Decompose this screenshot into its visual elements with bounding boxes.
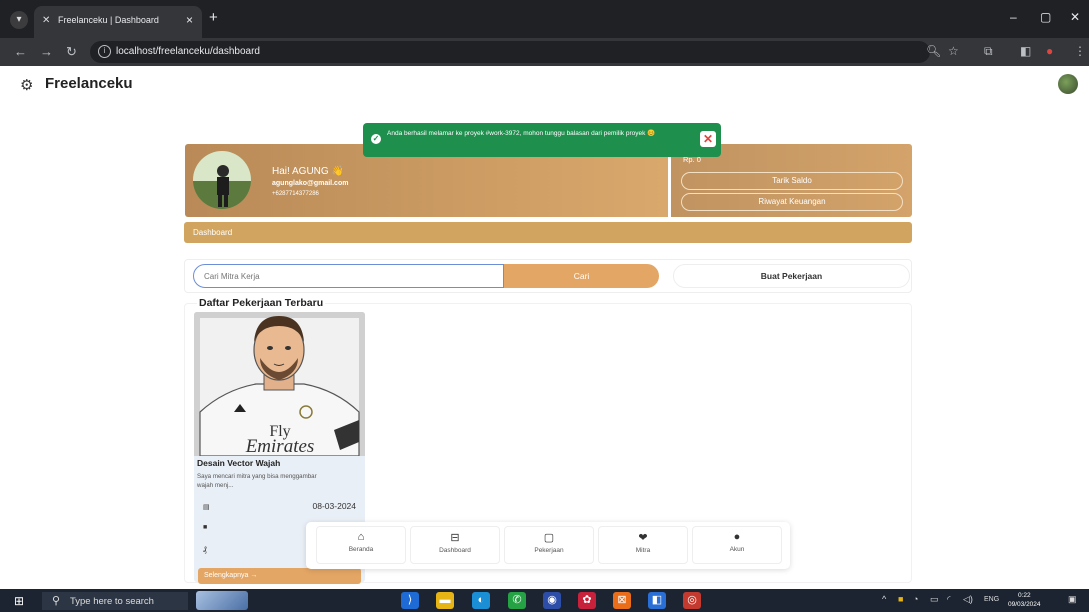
nav-label: Beranda: [348, 546, 374, 553]
nav-label: Pekerjaan: [534, 547, 564, 554]
finance-history-button[interactable]: Riwayat Keuangan: [681, 193, 903, 211]
tray-battery-icon[interactable]: ▭: [930, 594, 939, 605]
maximize-icon[interactable]: ▢: [1040, 10, 1051, 24]
job-list-title: Daftar Pekerjaan Terbaru: [197, 297, 326, 309]
withdraw-button[interactable]: Tarik Saldo: [681, 172, 903, 190]
tray-app-icon[interactable]: ■: [898, 594, 903, 604]
profile-email: agunglako@gmail.com: [272, 180, 349, 187]
nav-label: Mitra: [635, 547, 651, 554]
job-detail-button[interactable]: Selengkapnya →: [198, 568, 361, 584]
tray-network-icon[interactable]: ◔: [913, 594, 918, 604]
taskbar-search-text: Type here to search: [70, 596, 154, 607]
job-illustration: Fly Emirates: [194, 312, 365, 456]
nav-dashboard[interactable]: ⊟ Dashboard: [410, 526, 500, 564]
extensions-icon[interactable]: ⧉: [984, 44, 993, 59]
search-button[interactable]: Cari: [504, 264, 659, 288]
tab-title: Freelanceku | Dashboard: [58, 15, 159, 25]
sidepanel-icon[interactable]: ◧: [1020, 44, 1031, 58]
app-red-icon[interactable]: ✿: [578, 592, 596, 609]
site-info-icon[interactable]: i: [98, 45, 111, 58]
address-bar: ← → ↻ i localhost/freelanceku/dashboard …: [0, 38, 1089, 66]
bookmark-star-icon[interactable]: ☆: [948, 44, 959, 58]
clock-time: 0:22: [1017, 592, 1031, 599]
url-field[interactable]: i localhost/freelanceku/dashboard: [90, 41, 930, 63]
create-job-button[interactable]: Buat Pekerjaan: [673, 264, 910, 288]
window-close-icon[interactable]: ✕: [1070, 10, 1080, 24]
app-blue-icon[interactable]: ◧: [648, 592, 666, 609]
taskbar-clock[interactable]: 0:22 09/03/2024: [1008, 591, 1041, 609]
job-date: 08-03-2024: [312, 501, 356, 511]
tray-language[interactable]: ENG: [984, 596, 999, 603]
browser-tab[interactable]: ✕ Freelanceku | Dashboard ×: [34, 6, 202, 38]
tab-search-icon[interactable]: ▾: [10, 11, 28, 29]
search-icon: ⚲: [52, 595, 61, 607]
taskbar-search[interactable]: ⚲ Type here to search: [42, 592, 188, 610]
job-description: Saya mencari mitra yang bisa menggambar …: [197, 473, 317, 489]
brand-title[interactable]: Freelanceku: [45, 75, 133, 92]
success-toast: ✓ Anda berhasil melamar ke proyek #work-…: [363, 123, 721, 157]
user-icon: ●: [733, 531, 741, 543]
job-image: Fly Emirates: [194, 312, 365, 456]
briefcase-icon: ▢: [543, 532, 555, 544]
reload-icon[interactable]: ↻: [66, 44, 77, 60]
nav-mitra[interactable]: ❤ Mitra: [598, 526, 688, 564]
tray-wifi-icon[interactable]: ◜: [947, 594, 951, 605]
minimize-icon[interactable]: –: [1010, 10, 1017, 24]
nav-label: Akun: [729, 546, 745, 553]
app-header: ⚙ Freelanceku: [0, 66, 1089, 104]
profile-greeting: Hai! AGUNG 👋: [272, 166, 344, 177]
chrome-icon[interactable]: ◎: [683, 592, 701, 609]
profile-photo: [193, 151, 251, 209]
header-avatar[interactable]: [1058, 74, 1078, 94]
calendar-icon: ▤: [203, 504, 210, 511]
nav-pekerjaan[interactable]: ▢ Pekerjaan: [504, 526, 594, 564]
zoom-icon[interactable]: 🔍︎: [926, 44, 941, 58]
clock-date: 09/03/2024: [1008, 601, 1041, 608]
job-title: Desain Vector Wajah: [197, 458, 281, 468]
budget-icon: ₰: [203, 547, 207, 554]
toast-close-button[interactable]: ✕: [700, 131, 716, 147]
file-explorer-icon[interactable]: ▬: [436, 592, 454, 609]
notification-icon[interactable]: ▣: [1068, 594, 1077, 605]
dashboard-label: Dashboard: [193, 228, 233, 237]
url-text: localhost/freelanceku/dashboard: [116, 46, 260, 57]
windows-taskbar: ⊞ ⚲ Type here to search ⟩ ▬ ◐ ✆ ◉ ✿ ⊠ ◧ …: [0, 589, 1089, 612]
new-tab-icon[interactable]: +: [209, 9, 218, 26]
nav-label: Dashboard: [439, 547, 471, 554]
profile-icon[interactable]: ●: [1046, 44, 1053, 58]
nav-akun[interactable]: ● Akun: [692, 526, 782, 564]
nav-beranda[interactable]: ⌂ Beranda: [316, 526, 406, 564]
browser-tab-bar: ▾ ✕ Freelanceku | Dashboard × + – ▢ ✕: [0, 0, 1089, 38]
bottom-navigation: ⌂ Beranda ⊟ Dashboard ▢ Pekerjaan ❤ Mitr…: [306, 522, 790, 569]
tray-volume-icon[interactable]: ◁): [963, 594, 973, 605]
dashboard-bar: Dashboard: [184, 222, 912, 243]
back-icon[interactable]: ←: [14, 44, 27, 59]
brand-logo-icon: ⚙: [20, 77, 34, 94]
whatsapp-icon[interactable]: ✆: [508, 592, 526, 609]
shirt-text-emirates: Emirates: [245, 436, 315, 456]
profile-phone: +6287714377286: [272, 191, 319, 197]
xampp-icon[interactable]: ⊠: [613, 592, 631, 609]
vscode-icon[interactable]: ⟩: [401, 592, 419, 609]
profile-person-image: [193, 151, 251, 209]
browser-menu-icon[interactable]: ⋮: [1074, 44, 1086, 58]
app-icon[interactable]: ◉: [543, 592, 561, 609]
tray-chevron-icon[interactable]: ^: [882, 594, 886, 604]
forward-icon[interactable]: →: [40, 44, 53, 59]
favicon-icon: ✕: [42, 15, 51, 26]
status-icon: ■: [203, 524, 208, 531]
success-check-icon: ✓: [371, 134, 381, 144]
home-icon: ⌂: [357, 531, 365, 543]
edge-icon[interactable]: ◐: [472, 592, 490, 609]
toast-message: Anda berhasil melamar ke proyek #work-39…: [387, 130, 656, 137]
dashboard-icon: ⊟: [450, 532, 460, 544]
tab-close-icon[interactable]: ×: [186, 13, 193, 27]
search-input[interactable]: [193, 264, 504, 288]
weather-widget-icon[interactable]: [196, 591, 248, 610]
handshake-icon: ❤: [638, 532, 648, 544]
windows-start-icon[interactable]: ⊞: [14, 594, 24, 608]
